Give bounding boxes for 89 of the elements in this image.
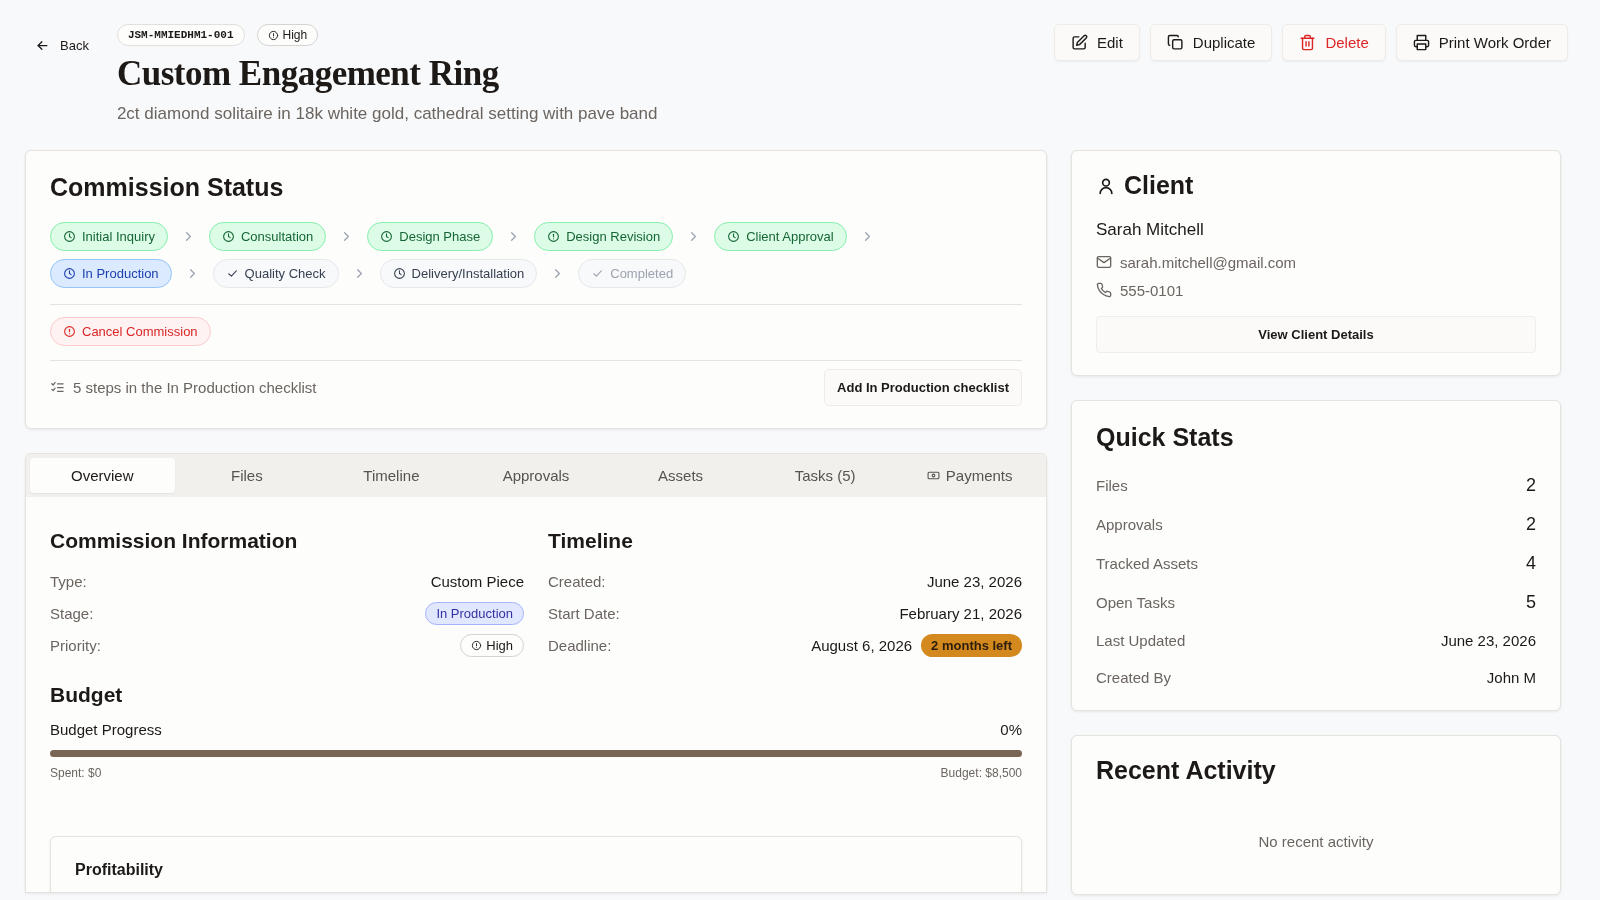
clock-icon — [727, 230, 741, 243]
stat-label: Approvals — [1096, 516, 1163, 533]
budget-amount: Budget: $8,500 — [940, 766, 1022, 780]
clock-icon — [63, 267, 76, 280]
card-title: Quick Stats — [1096, 423, 1235, 452]
tab[interactable]: Tasks (5) — [752, 458, 898, 493]
stage-badge: In Production — [425, 601, 524, 625]
progress-percent: 0% — [1000, 721, 1022, 738]
date-value: June 23, 2026 — [926, 572, 1022, 590]
stat-value: 5 — [1526, 592, 1536, 613]
section-title: Budget — [50, 683, 124, 707]
card-title: Profitability — [75, 861, 164, 879]
section-title: Timeline — [548, 529, 634, 553]
card-title: Recent Activity — [1096, 756, 1277, 785]
edit-button[interactable]: Edit — [1054, 24, 1140, 61]
clock-icon — [222, 230, 235, 243]
stat-label: Tracked Assets — [1096, 555, 1198, 572]
stat-value: 2 — [1526, 514, 1536, 535]
field-label: Deadline: — [548, 636, 612, 654]
banknote-icon — [926, 469, 940, 482]
copy-icon — [1166, 34, 1184, 51]
alert-icon — [63, 325, 76, 338]
field-label: Priority: — [50, 636, 101, 654]
stage-pill[interactable]: Quality Check — [212, 259, 339, 288]
clock-icon — [392, 267, 406, 280]
field-label: Created: — [548, 572, 606, 590]
order-code-badge: JSM-MMIEDHM1-001 — [116, 24, 245, 46]
edit-icon — [1071, 34, 1088, 51]
client-name: Sarah Mitchell — [1096, 220, 1205, 240]
check-icon — [225, 267, 239, 280]
card-title: Commission Status — [50, 173, 285, 202]
progress-label: Budget Progress — [50, 721, 162, 738]
field-value: Custom Piece — [430, 572, 524, 590]
stage-pill[interactable]: Consultation — [209, 222, 327, 251]
stat-value: 4 — [1526, 553, 1536, 574]
page-subtitle: 2ct diamond solitaire in 18k white gold, cathedral setting with pave band — [116, 104, 658, 124]
date-value: February 21, 2026 — [899, 604, 1022, 622]
priority-badge: High — [256, 24, 319, 46]
print-button[interactable]: Print Work Order — [1395, 24, 1568, 61]
stage-pill[interactable]: Design Phase — [367, 222, 494, 251]
empty-message: No recent activity — [1257, 833, 1375, 850]
cancel-commission-button[interactable]: Cancel Commission — [50, 317, 211, 346]
tab[interactable]: Overview — [30, 458, 175, 493]
stat-value: John M — [1486, 669, 1536, 686]
alert-icon — [471, 639, 483, 651]
arrow-left-icon — [35, 38, 50, 53]
stat-value: June 23, 2026 — [1440, 632, 1536, 649]
stat-label: Created By — [1096, 669, 1172, 686]
tab[interactable]: Timeline — [319, 458, 464, 493]
stage-pill[interactable]: Client Approval — [714, 222, 847, 251]
printer-icon — [1412, 34, 1430, 51]
stage-pill[interactable]: Design Revision — [534, 222, 674, 251]
clock-icon — [63, 230, 76, 243]
field-label: Type: — [50, 572, 87, 590]
client-email: sarah.mitchell@gmail.com — [1120, 253, 1297, 271]
page-title: Custom Engagement Ring — [116, 54, 500, 94]
stat-label: Open Tasks — [1096, 594, 1175, 611]
tab[interactable]: Approvals — [463, 458, 609, 493]
trash-icon — [1299, 34, 1317, 51]
view-client-button[interactable]: View Client Details — [1096, 316, 1536, 353]
check-icon — [591, 267, 605, 280]
delete-button[interactable]: Delete — [1282, 24, 1386, 61]
phone-icon — [1096, 282, 1112, 298]
stage-pill[interactable]: Delivery/Installation — [379, 259, 538, 288]
tab[interactable]: Payments — [897, 458, 1042, 493]
spent-amount: Spent: $0 — [50, 766, 102, 780]
stat-value: 2 — [1526, 475, 1536, 496]
stage-pill[interactable]: In Production — [50, 259, 172, 288]
field-label: Stage: — [50, 604, 94, 622]
stat-label: Files — [1096, 477, 1128, 494]
alert-icon — [547, 230, 561, 243]
clock-icon — [380, 230, 394, 243]
duplicate-button[interactable]: Duplicate — [1149, 24, 1273, 61]
client-phone: 555-0101 — [1120, 281, 1184, 299]
add-checklist-button[interactable]: Add In Production checklist — [824, 369, 1022, 406]
stat-label: Last Updated — [1096, 632, 1186, 649]
checklist-icon — [50, 380, 65, 395]
back-button[interactable]: Back — [35, 38, 89, 53]
tab[interactable]: Assets — [608, 458, 753, 493]
mail-icon — [1096, 254, 1112, 270]
stage-pill[interactable]: Initial Inquiry — [50, 222, 168, 251]
card-title: Client — [1124, 171, 1194, 200]
alert-icon — [267, 29, 279, 41]
checklist-summary: 5 steps in the In Production checklist — [73, 379, 317, 396]
time-left-badge: 2 months left — [921, 633, 1022, 657]
section-title: Commission Information — [50, 529, 299, 553]
date-value: August 6, 2026 — [811, 636, 913, 654]
tab[interactable]: Files — [174, 458, 320, 493]
field-label: Start Date: — [548, 604, 620, 622]
